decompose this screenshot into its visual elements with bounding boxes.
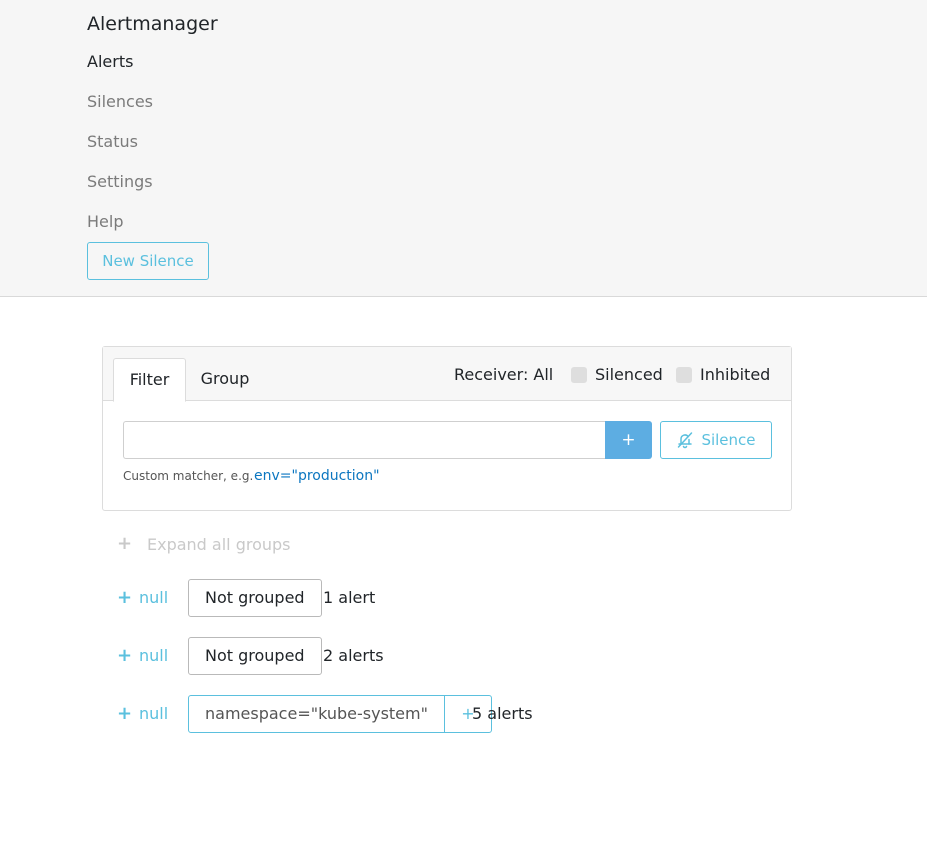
inhibited-label[interactable]: Inhibited [700, 364, 770, 386]
silenced-checkbox-wrap[interactable]: Silenced [571, 364, 663, 386]
nav-item-alerts[interactable]: Alerts [87, 51, 133, 73]
group-expand-toggle[interactable]: + null [117, 703, 168, 725]
silenced-label[interactable]: Silenced [595, 364, 663, 386]
inhibited-checkbox-wrap[interactable]: Inhibited [676, 364, 770, 386]
group-label: Not grouped [188, 637, 322, 675]
expand-all-label: Expand all groups [147, 534, 291, 554]
receiver-dropdown[interactable]: Receiver: All [454, 364, 553, 386]
group-expand-toggle[interactable]: + null [117, 587, 168, 609]
expand-all-groups-button[interactable]: + Expand all groups [117, 533, 291, 555]
new-silence-button[interactable]: New Silence [87, 242, 209, 280]
plus-icon: + [117, 645, 133, 666]
group-toggle-label: null [139, 588, 169, 607]
silenced-checkbox[interactable] [571, 367, 587, 383]
tab-filter[interactable]: Filter [113, 358, 186, 402]
tab-group[interactable]: Group [195, 368, 255, 390]
filter-card: Filter Group Receiver: All Silenced Inhi… [102, 346, 792, 511]
group-toggle-label: null [139, 646, 169, 665]
group-matcher-label: namespace="kube-system" + [188, 695, 492, 733]
bell-slash-icon [678, 432, 693, 449]
nav-item-help[interactable]: Help [87, 211, 123, 233]
matcher-hint-example[interactable]: env="production" [254, 466, 380, 486]
plus-icon: + [117, 587, 133, 608]
silence-button[interactable]: Silence [660, 421, 772, 459]
matcher-input[interactable] [123, 421, 605, 459]
brand-title[interactable]: Alertmanager [87, 11, 218, 37]
navbar: Alertmanager Alerts Silences Status Sett… [0, 0, 927, 297]
silence-button-label: Silence [701, 431, 756, 449]
filter-card-header: Filter Group Receiver: All Silenced Inhi… [103, 347, 791, 402]
nav-item-status[interactable]: Status [87, 131, 138, 153]
plus-icon: + [117, 533, 133, 554]
matcher-hint: Custom matcher, e.g. [123, 469, 254, 483]
inhibited-checkbox[interactable] [676, 367, 692, 383]
nav-item-silences[interactable]: Silences [87, 91, 153, 113]
alert-count: 2 alerts [323, 646, 384, 665]
alert-count: 5 alerts [472, 704, 533, 723]
group-matcher-text[interactable]: namespace="kube-system" [189, 696, 445, 732]
group-label: Not grouped [188, 579, 322, 617]
group-toggle-label: null [139, 704, 169, 723]
add-matcher-button[interactable]: + [605, 421, 652, 459]
alert-count: 1 alert [323, 588, 376, 607]
plus-icon: + [117, 703, 133, 724]
nav-item-settings[interactable]: Settings [87, 171, 153, 193]
group-expand-toggle[interactable]: + null [117, 645, 168, 667]
